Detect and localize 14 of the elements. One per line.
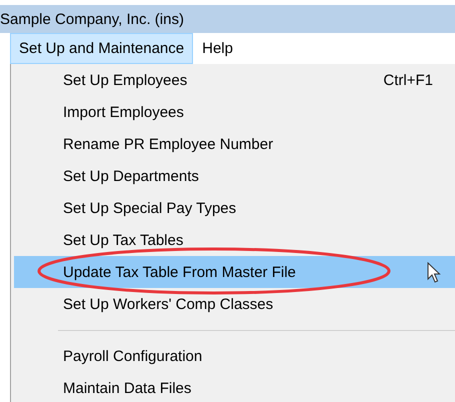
menu-item[interactable]: Set Up Workers' Comp Classes xyxy=(14,288,455,320)
menu-item[interactable]: Set Up Employees Ctrl+F1 xyxy=(14,64,455,96)
menu-item[interactable]: Set Up Special Pay Types xyxy=(14,192,455,224)
menu-item[interactable]: Payroll Configuration xyxy=(14,340,455,372)
menu-bar-item[interactable]: Set Up and Maintenance xyxy=(10,33,194,64)
cursor-icon xyxy=(427,262,441,284)
menu-item[interactable]: Update Tax Table From Master File xyxy=(14,256,455,288)
menu-bar-item[interactable]: Help xyxy=(193,33,242,64)
menu-item[interactable]: Maintain Data Files xyxy=(14,372,455,402)
window-title: Sample Company, Inc. (ins) xyxy=(0,10,184,28)
menu-item[interactable]: Set Up Tax Tables xyxy=(14,224,455,256)
menu-item[interactable]: Import Employees xyxy=(14,96,455,128)
menu-item[interactable]: Set Up Departments xyxy=(14,160,455,192)
menu-item[interactable]: Rename PR Employee Number xyxy=(14,128,455,160)
